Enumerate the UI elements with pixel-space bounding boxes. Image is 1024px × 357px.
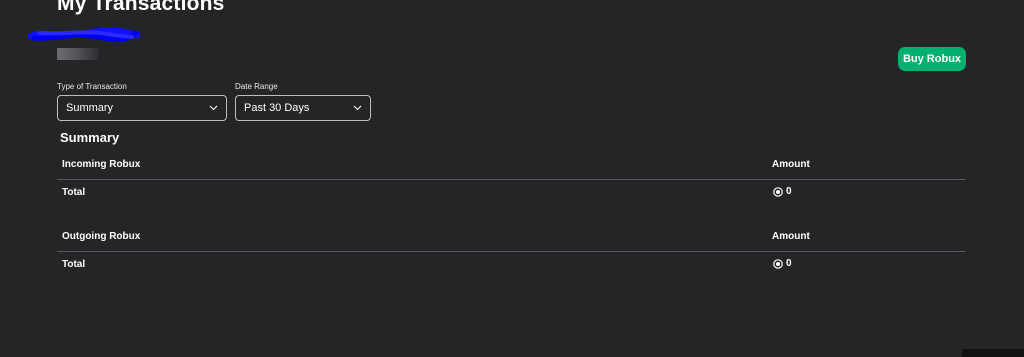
transactions-page: My Transactions Buy Robux Type of Transa…: [0, 0, 1024, 357]
chevron-down-icon: [352, 103, 362, 113]
date-range-label: Date Range: [235, 82, 278, 91]
outgoing-total-row: Total 0: [57, 257, 965, 277]
incoming-table-header: Incoming Robux Amount: [57, 157, 965, 180]
incoming-total-row: Total 0: [57, 185, 965, 205]
incoming-amount-header: Amount: [772, 159, 810, 170]
transaction-type-value: Summary: [66, 102, 114, 114]
blurred-balance: [57, 48, 99, 60]
corner-strip: [962, 349, 1024, 357]
outgoing-amount-header: Amount: [772, 231, 810, 242]
date-range-select[interactable]: Past 30 Days: [235, 95, 371, 121]
incoming-total-amount: 0: [773, 186, 792, 197]
transaction-type-label: Type of Transaction: [57, 82, 127, 91]
summary-title: Summary: [60, 130, 120, 145]
outgoing-robux-header: Outgoing Robux: [62, 231, 141, 242]
page-title: My Transactions: [57, 0, 225, 15]
redaction-scribble: [28, 27, 140, 43]
date-range-value: Past 30 Days: [244, 102, 310, 114]
outgoing-total-label: Total: [62, 259, 86, 270]
outgoing-total-value: 0: [786, 258, 792, 269]
incoming-robux-header: Incoming Robux: [62, 159, 141, 170]
incoming-total-value: 0: [786, 186, 792, 197]
transaction-type-select[interactable]: Summary: [57, 95, 227, 121]
robux-icon: [773, 258, 783, 269]
robux-icon: [773, 186, 783, 197]
incoming-total-label: Total: [62, 187, 86, 198]
outgoing-total-amount: 0: [773, 258, 792, 269]
buy-robux-button[interactable]: Buy Robux: [898, 47, 966, 71]
outgoing-table-header: Outgoing Robux Amount: [57, 229, 965, 252]
chevron-down-icon: [208, 103, 218, 113]
